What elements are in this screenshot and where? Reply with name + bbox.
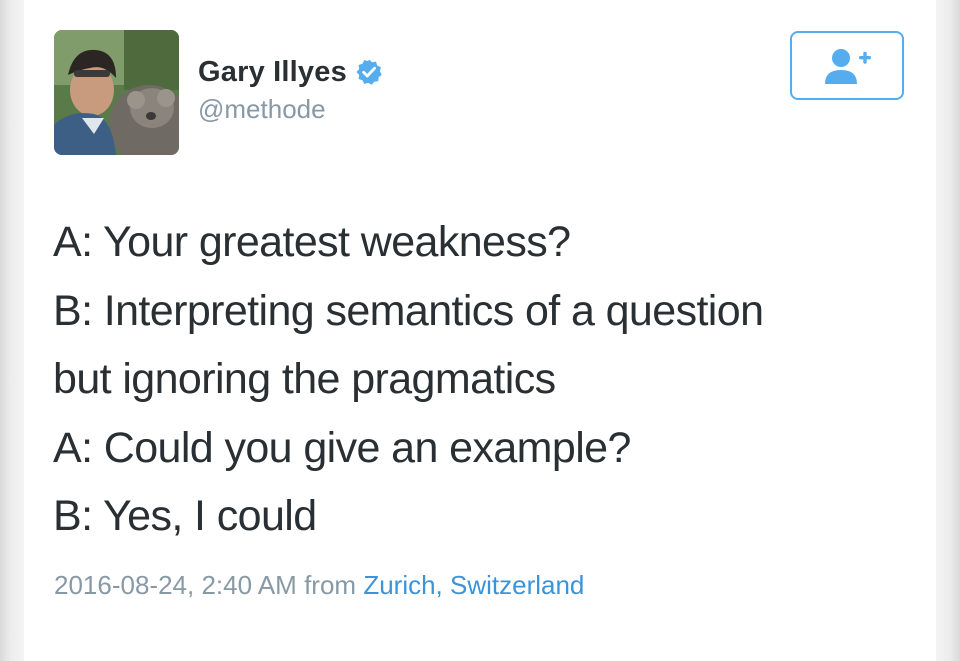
tweet-line: B: Yes, I could — [53, 492, 317, 540]
tweet-line: A: Your greatest weakness? — [53, 218, 571, 266]
avatar-photo — [54, 30, 179, 155]
avatar[interactable] — [54, 30, 179, 155]
location-link[interactable]: Zurich, Switzerland — [363, 570, 584, 600]
screenshot-frame: Gary Illyes @methode A: Your greatest we… — [0, 0, 960, 661]
follow-button[interactable] — [790, 31, 904, 100]
tweet-timestamp[interactable]: 2016-08-24, 2:40 AM — [54, 570, 297, 600]
tweet-text: A: Your greatest weakness? B: Interpreti… — [53, 208, 923, 551]
tweet-line: A: Could you give an example? — [53, 423, 631, 472]
verified-badge-icon — [355, 58, 383, 86]
user-handle[interactable]: @methode — [198, 94, 326, 125]
tweet-card: Gary Illyes @methode A: Your greatest we… — [24, 0, 936, 661]
tweet-line: but ignoring the pragmatics — [53, 355, 556, 403]
tweet-meta: 2016-08-24, 2:40 AM from Zurich, Switzer… — [54, 570, 584, 601]
tweet-line: B: Interpreting semantics of a question — [53, 286, 764, 335]
follow-user-plus-icon — [825, 48, 871, 84]
from-label: from — [304, 570, 357, 600]
display-name[interactable]: Gary Illyes — [198, 56, 347, 89]
name-row: Gary Illyes — [198, 52, 383, 92]
